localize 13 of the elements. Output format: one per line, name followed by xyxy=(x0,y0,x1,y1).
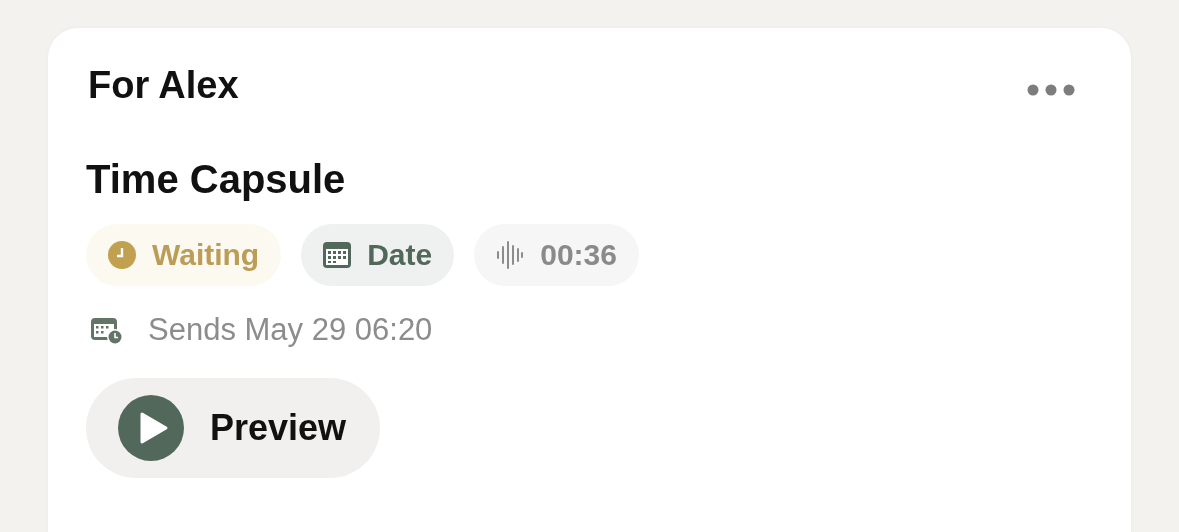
play-icon xyxy=(118,395,184,461)
capsule-title: Time Capsule xyxy=(86,157,347,202)
duration-tag: 00:36 xyxy=(474,224,639,286)
recipient-title: For Alex xyxy=(88,64,239,107)
calendar-icon xyxy=(323,242,352,268)
preview-button[interactable]: Preview xyxy=(86,378,381,478)
date-tag: Date xyxy=(301,224,455,286)
more-icon[interactable] xyxy=(1027,83,1075,96)
status-tag: Waiting xyxy=(86,224,282,286)
clock-icon xyxy=(108,241,136,269)
send-time: Sends May 29 06:20 xyxy=(148,312,433,348)
calendar-clock-icon xyxy=(90,315,124,345)
waveform-icon xyxy=(496,240,525,270)
